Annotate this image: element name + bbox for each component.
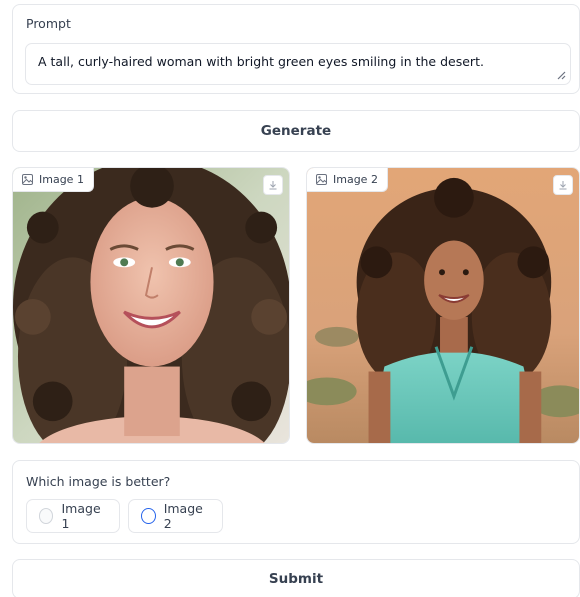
submit-button[interactable]: Submit bbox=[12, 559, 580, 597]
download-icon bbox=[269, 181, 277, 190]
generated-image-2 bbox=[307, 168, 579, 443]
image-card-1: Image 1 bbox=[12, 167, 290, 444]
radio-label-2: Image 2 bbox=[163, 501, 203, 531]
radio-option-image-2[interactable]: Image 2 bbox=[128, 499, 223, 533]
radio-option-image-1[interactable]: Image 1 bbox=[26, 499, 120, 533]
generate-button[interactable]: Generate bbox=[12, 110, 580, 152]
radio-label-1: Image 1 bbox=[61, 501, 101, 531]
image-label-2: Image 2 bbox=[307, 168, 388, 192]
image-icon bbox=[22, 174, 33, 185]
prompt-text: A tall, curly-haired woman with bright g… bbox=[38, 54, 484, 69]
download-button-2[interactable] bbox=[553, 175, 573, 195]
resize-handle-icon[interactable] bbox=[556, 70, 566, 80]
radio-circle-1[interactable] bbox=[39, 508, 54, 524]
download-button-1[interactable] bbox=[263, 175, 283, 195]
app-page: Prompt A tall, curly-haired woman with b… bbox=[0, 0, 580, 597]
image-choice-block: Which image is better? Image 1 Image 2 bbox=[12, 460, 580, 544]
prompt-block: Prompt A tall, curly-haired woman with b… bbox=[12, 4, 580, 94]
image-label-text-1: Image 1 bbox=[39, 173, 84, 186]
image-card-2: Image 2 bbox=[306, 167, 580, 444]
prompt-label: Prompt bbox=[26, 16, 71, 31]
download-icon bbox=[559, 181, 567, 190]
prompt-textarea[interactable]: A tall, curly-haired woman with bright g… bbox=[25, 43, 571, 85]
image-label-text-2: Image 2 bbox=[333, 173, 378, 186]
generated-image-1 bbox=[13, 168, 289, 443]
image-icon bbox=[316, 174, 327, 185]
radio-circle-2[interactable] bbox=[141, 508, 156, 524]
image-label-1: Image 1 bbox=[13, 168, 94, 192]
choice-question: Which image is better? bbox=[26, 474, 171, 489]
